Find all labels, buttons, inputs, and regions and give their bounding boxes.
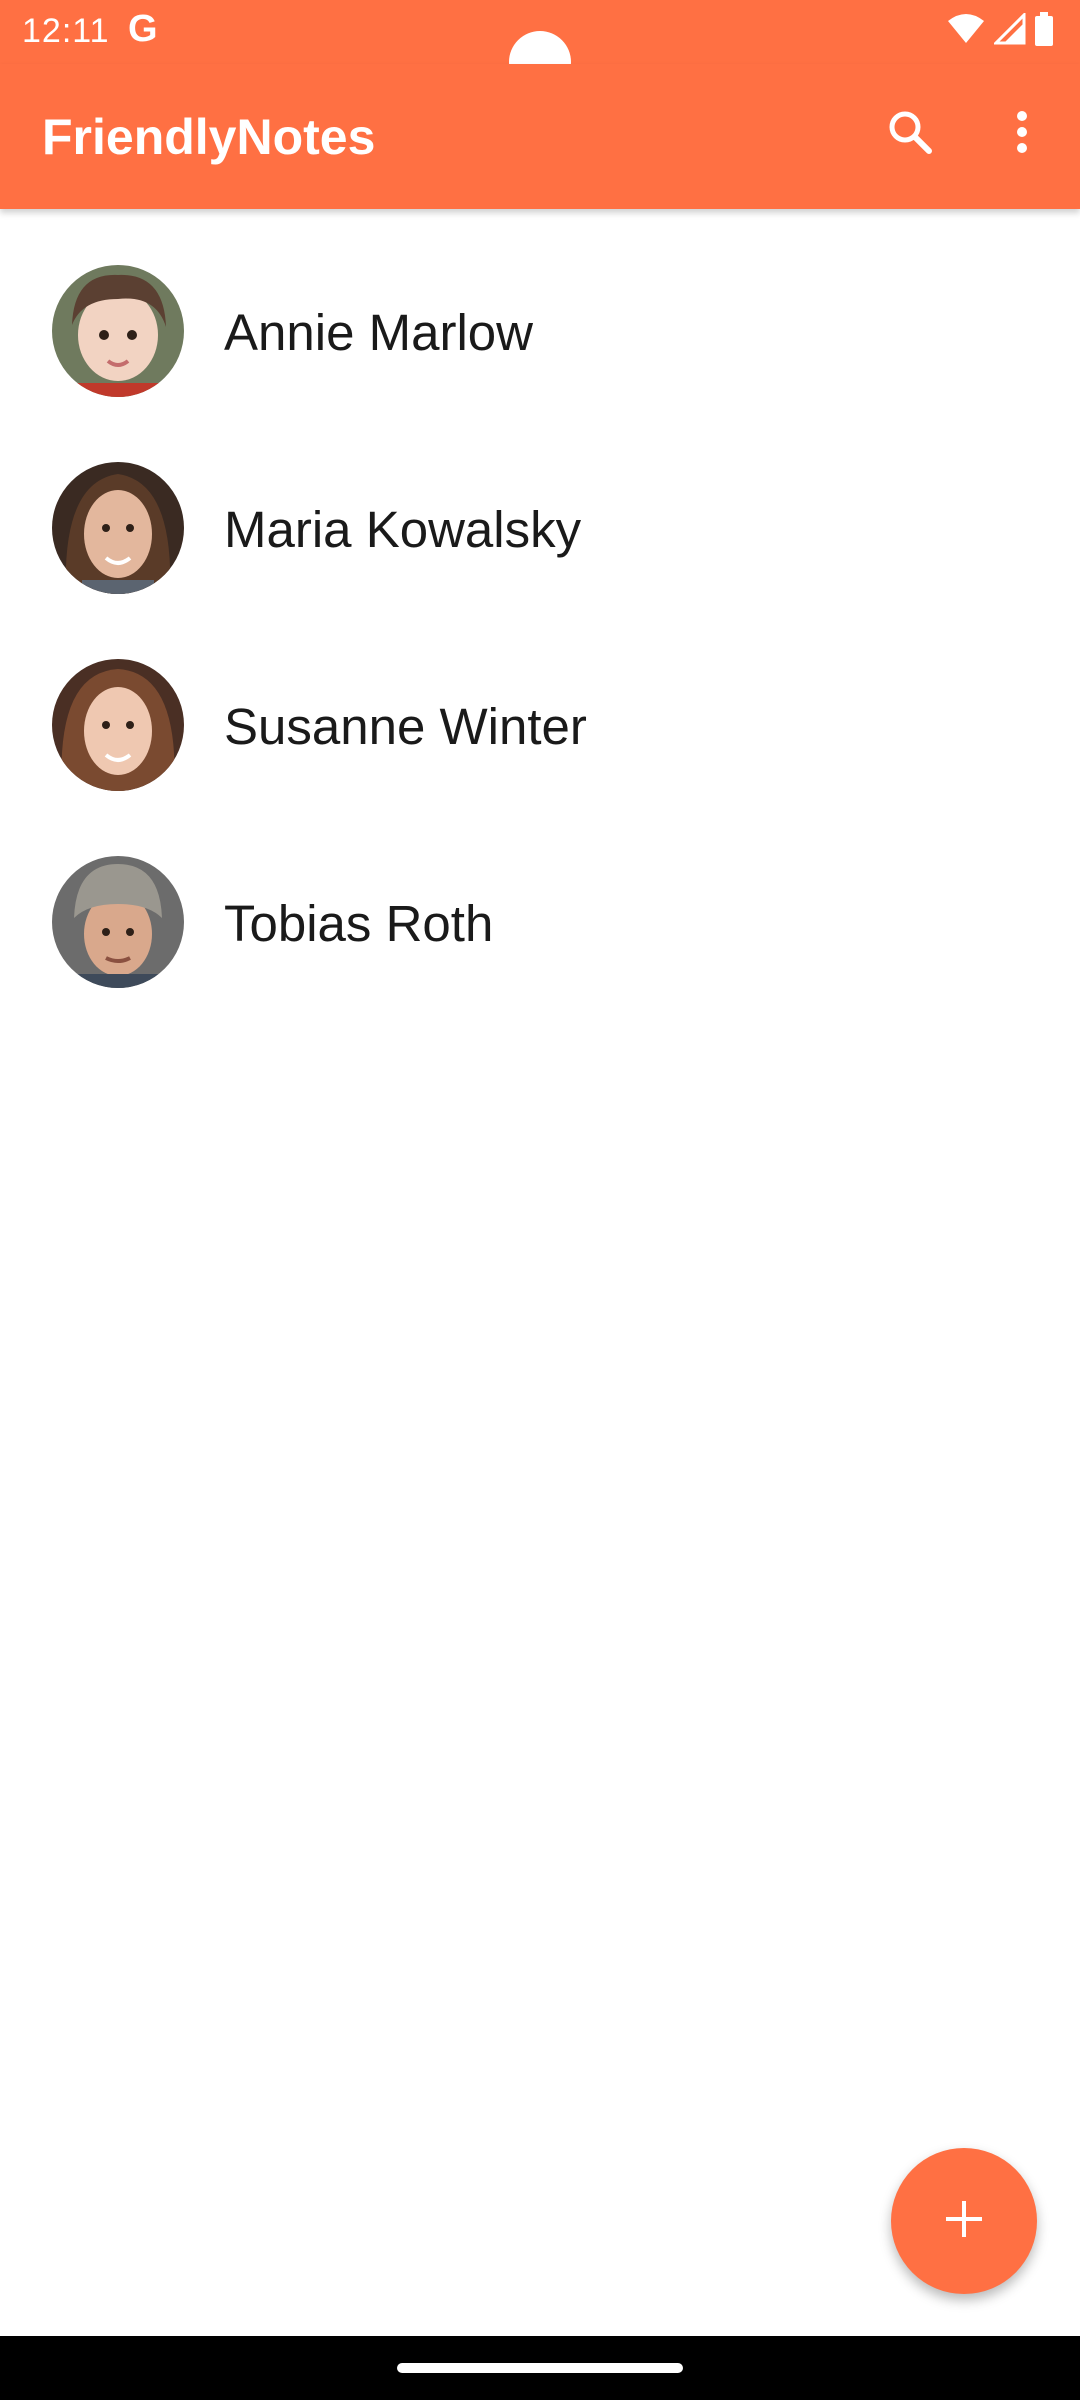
navigation-bar: [0, 2336, 1080, 2400]
add-note-fab[interactable]: [891, 2148, 1037, 2294]
contact-name: Annie Marlow: [224, 304, 533, 361]
battery-icon: [1034, 11, 1054, 51]
contact-row-tobias-roth[interactable]: Tobias Roth: [0, 856, 1080, 1053]
friendly-notes-screen: 12:11 G FriendlyNotes Annie Marlow Maria…: [0, 0, 1080, 2400]
app-title: FriendlyNotes: [42, 109, 376, 165]
google-icon: G: [128, 8, 158, 50]
contact-list: Annie Marlow Maria Kowalsky Susanne Wint…: [0, 209, 1080, 1053]
contact-row-maria-kowalsky[interactable]: Maria Kowalsky: [0, 462, 1080, 659]
status-icons: [946, 10, 1054, 51]
avatar: [52, 856, 184, 988]
contact-name: Susanne Winter: [224, 698, 587, 755]
app-bar: FriendlyNotes: [0, 64, 1080, 209]
avatar: [52, 265, 184, 397]
status-bar: 12:11 G: [0, 0, 1080, 93]
avatar: [52, 659, 184, 791]
contact-name: Tobias Roth: [224, 895, 494, 952]
cell-signal-icon: [992, 10, 1026, 50]
avatar: [52, 462, 184, 594]
status-time: 12:11: [22, 12, 110, 50]
search-icon: [886, 108, 934, 161]
more-vert-icon: [1014, 108, 1030, 161]
contact-row-annie-marlow[interactable]: Annie Marlow: [0, 265, 1080, 462]
home-indicator[interactable]: [397, 2363, 683, 2373]
wifi-icon: [946, 13, 986, 50]
more-options-button[interactable]: [990, 102, 1054, 166]
contact-name: Maria Kowalsky: [224, 501, 582, 558]
search-button[interactable]: [878, 102, 942, 166]
add-icon: [944, 2199, 984, 2244]
contact-row-susanne-winter[interactable]: Susanne Winter: [0, 659, 1080, 856]
